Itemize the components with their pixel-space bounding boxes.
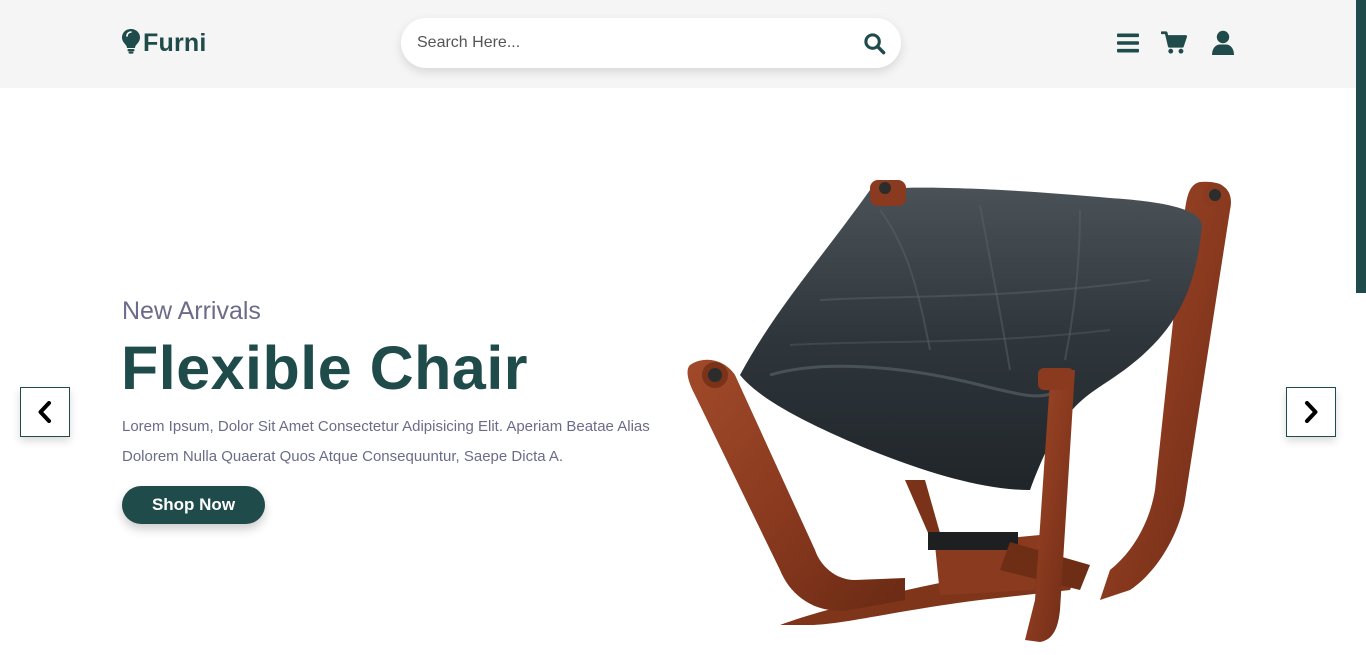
search-icon: [863, 32, 885, 54]
hero-subtitle: New Arrivals: [122, 297, 261, 325]
cart-icon: [1161, 31, 1187, 54]
chevron-right-icon: [1305, 401, 1318, 423]
lightbulb-icon: [121, 28, 141, 59]
shop-now-button[interactable]: Shop Now: [122, 486, 265, 524]
menu-icon: [1117, 33, 1139, 53]
chevron-left-icon: [38, 401, 51, 423]
search-bar: [401, 18, 901, 68]
user-button[interactable]: [1210, 30, 1236, 56]
hero-description: Lorem Ipsum, Dolor Sit Amet Consectetur …: [122, 418, 650, 465]
search-button[interactable]: [861, 30, 887, 56]
hero-title: Flexible Chair: [121, 334, 529, 402]
scrollbar-thumb[interactable]: [1356, 0, 1366, 293]
logo[interactable]: Furni: [121, 28, 207, 58]
menu-button[interactable]: [1115, 30, 1141, 56]
search-input[interactable]: [417, 28, 837, 58]
slider-next-button[interactable]: [1286, 387, 1336, 437]
cart-button[interactable]: [1161, 30, 1187, 56]
chair-image: [687, 180, 1231, 642]
user-icon: [1212, 30, 1234, 55]
slider-prev-button[interactable]: [20, 387, 70, 437]
site-header: Furni: [0, 0, 1366, 88]
logo-text: Furni: [143, 28, 207, 57]
